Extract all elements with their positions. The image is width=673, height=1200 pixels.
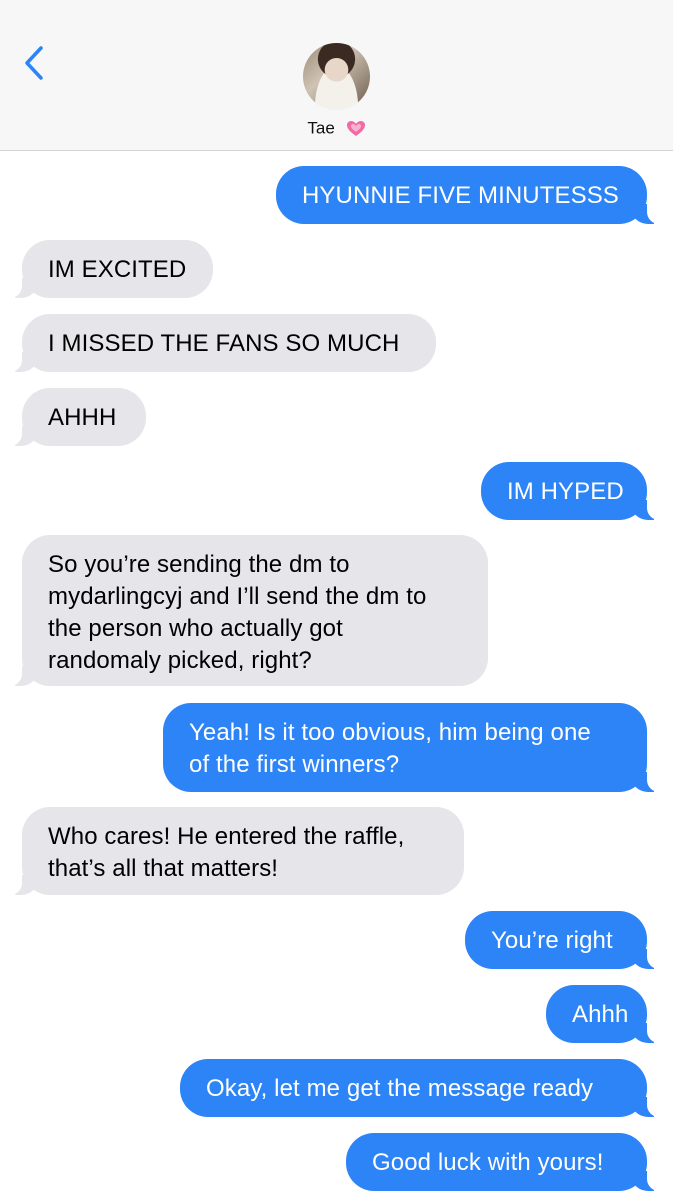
message-bubble-sent[interactable]: IM HYPED xyxy=(481,462,665,520)
message-bubble-sent[interactable]: HYUNNIE FIVE MINUTESSS xyxy=(276,166,665,224)
conversation-header: Tae xyxy=(0,0,673,151)
message-bubble-sent[interactable]: You’re right xyxy=(465,911,665,969)
contact-avatar[interactable] xyxy=(303,43,370,110)
contact-name-row[interactable]: Tae xyxy=(0,118,673,139)
message-bubble-sent[interactable]: Ahhh xyxy=(546,985,665,1043)
message-thread[interactable]: HYUNNIE FIVE MINUTESSS IM EXCITED I MISS… xyxy=(0,151,673,1200)
message-bubble-sent[interactable]: Yeah! Is it too obvious, him being one o… xyxy=(163,703,665,792)
contact-name: Tae xyxy=(307,118,335,138)
message-bubble-received[interactable]: So you’re sending the dm to mydarlingcyj… xyxy=(4,535,488,686)
back-button[interactable] xyxy=(14,38,54,88)
message-bubble-received[interactable]: I MISSED THE FANS SO MUCH xyxy=(4,314,436,372)
chevron-left-icon xyxy=(25,46,43,80)
sparkling-heart-icon xyxy=(346,120,365,136)
message-bubble-sent[interactable]: Okay, let me get the message ready xyxy=(180,1059,665,1117)
message-bubble-received[interactable]: AHHH xyxy=(4,388,146,446)
message-bubble-sent[interactable]: Good luck with yours! xyxy=(346,1133,665,1191)
message-bubble-received[interactable]: Who cares! He entered the raffle, that’s… xyxy=(4,807,464,895)
message-bubble-received[interactable]: IM EXCITED xyxy=(4,240,213,298)
